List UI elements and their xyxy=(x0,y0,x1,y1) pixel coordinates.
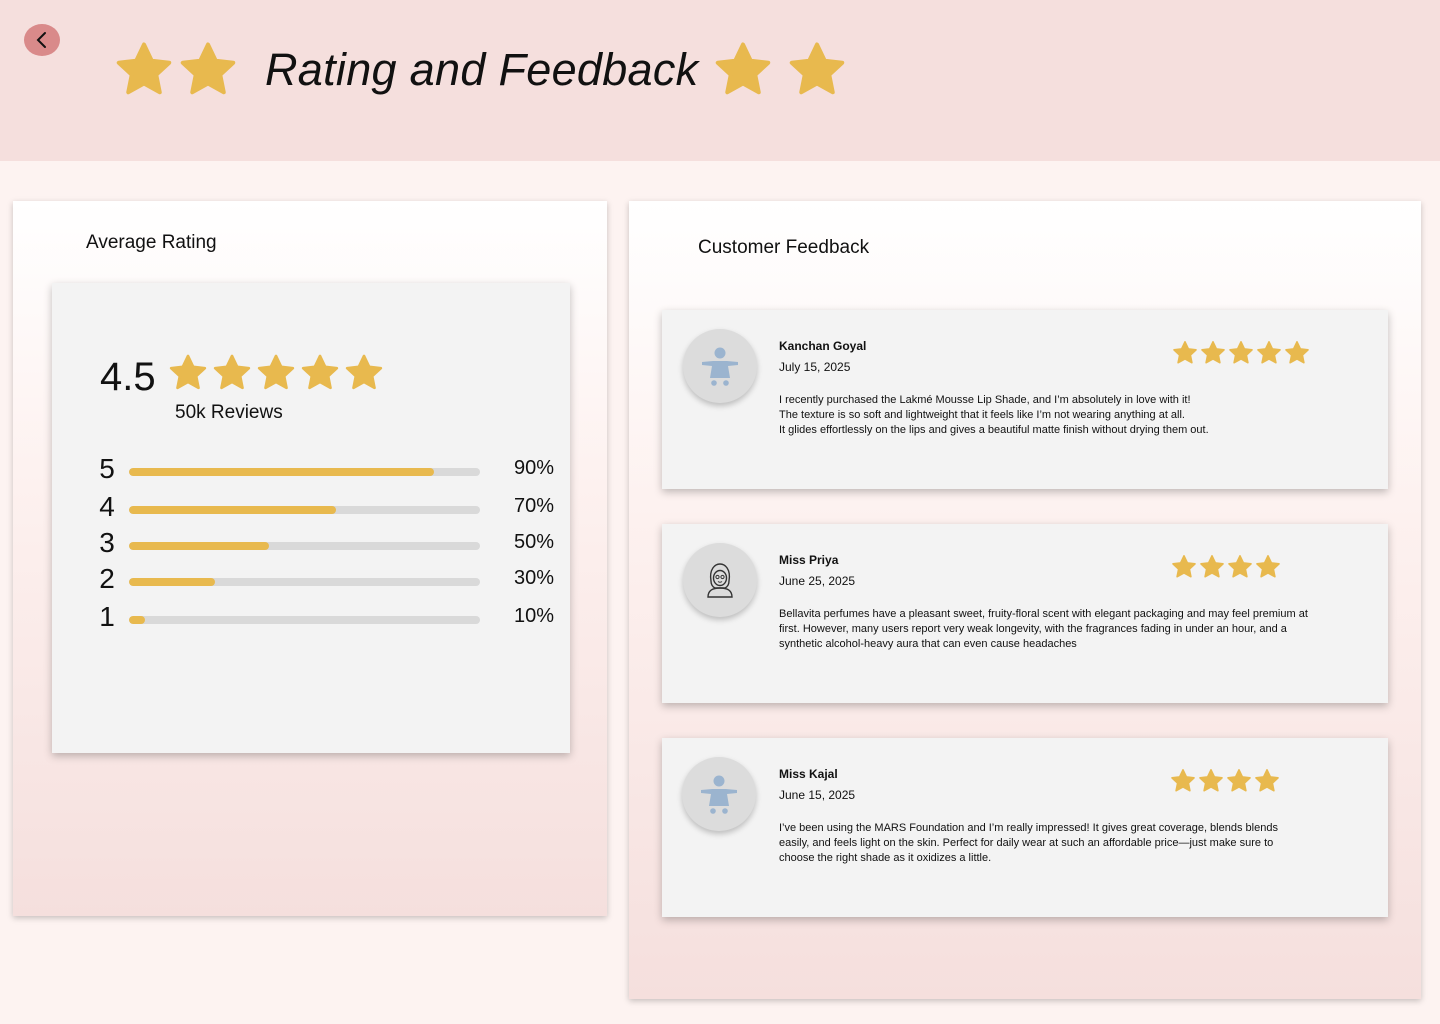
rating-bar-track xyxy=(129,578,480,586)
review-text: I’ve been using the MARS Foundation and … xyxy=(779,822,1278,864)
child-avatar-icon xyxy=(702,347,738,386)
rating-bar-row: 5 90% xyxy=(94,453,564,489)
star-icon xyxy=(1227,554,1253,580)
rating-bar-percent: 50% xyxy=(514,531,555,553)
rating-summary-card: 4.5 50k Reviews 5 90% 4 70% 3 50% 2 30% 1 10% xyxy=(52,283,570,753)
header-bar: Rating and Feedback xyxy=(0,0,1440,161)
star-icon xyxy=(1199,554,1225,580)
customer-feedback-title: Customer Feedback xyxy=(698,237,870,258)
avatar xyxy=(683,543,757,617)
star-icon xyxy=(1256,340,1282,366)
review-text: I recently purchased the Lakmé Mousse Li… xyxy=(779,394,1209,436)
rating-bar-stars: 3 xyxy=(99,527,115,558)
star-icon xyxy=(1228,340,1254,366)
rating-bar-row: 2 30% xyxy=(94,563,564,599)
customer-feedback-panel: Customer Feedback Kanchan Goyal July 15, … xyxy=(629,201,1421,999)
rating-bar-row: 1 10% xyxy=(94,601,564,637)
rating-bar-fill xyxy=(129,506,337,514)
rating-bar-percent: 10% xyxy=(514,605,555,627)
star-icon xyxy=(344,353,384,393)
rating-bar-track xyxy=(129,468,480,476)
rating-bar-percent: 90% xyxy=(514,457,555,479)
woman-avatar-icon xyxy=(707,563,733,598)
rating-bar-stars: 4 xyxy=(99,491,115,522)
reviewer-name: Miss Priya xyxy=(779,553,839,567)
review-date: June 15, 2025 xyxy=(779,788,856,802)
star-icon xyxy=(1254,768,1280,794)
star-icon xyxy=(713,40,773,100)
rating-bar-fill xyxy=(129,616,145,624)
rating-bar-fill xyxy=(129,578,215,586)
review-text: Bellavita perfumes have a pleasant sweet… xyxy=(779,608,1308,650)
chevron-left-icon xyxy=(36,32,46,48)
star-icon xyxy=(1255,554,1281,580)
rating-bar-row: 3 50% xyxy=(94,527,564,563)
avatar xyxy=(682,757,756,831)
star-icon xyxy=(300,353,340,393)
rating-bar-fill xyxy=(129,542,270,550)
star-icon xyxy=(1284,340,1310,366)
average-rating-panel: Average Rating 4.5 50k Reviews 5 90% 4 70% 3… xyxy=(13,201,607,916)
rating-bar-row: 4 70% xyxy=(94,491,564,527)
star-icon xyxy=(1200,340,1226,366)
back-button[interactable] xyxy=(24,24,60,56)
rating-bar-stars: 5 xyxy=(99,453,115,484)
star-icon xyxy=(168,353,208,393)
star-icon xyxy=(1172,340,1198,366)
reviews-count: 50k Reviews xyxy=(175,402,283,423)
star-icon xyxy=(787,40,847,100)
rating-bar-percent: 70% xyxy=(514,495,555,517)
rating-bar-track xyxy=(129,542,480,550)
star-icon xyxy=(1226,768,1252,794)
star-icon xyxy=(178,40,238,100)
page-title: Rating and Feedback xyxy=(265,44,699,95)
rating-bar-track xyxy=(129,506,480,514)
star-icon xyxy=(114,40,174,100)
rating-bar-fill xyxy=(129,468,435,476)
review-stars xyxy=(1170,768,1280,794)
rating-bar-stars: 1 xyxy=(99,601,115,632)
review-date: July 15, 2025 xyxy=(779,360,851,374)
review-date: June 25, 2025 xyxy=(779,574,856,588)
rating-bar-percent: 30% xyxy=(514,567,555,589)
star-icon xyxy=(1170,768,1196,794)
reviewer-name: Kanchan Goyal xyxy=(779,339,867,353)
review-stars xyxy=(1171,554,1281,580)
rating-bar-stars: 2 xyxy=(99,563,115,594)
feedback-card: Kanchan Goyal July 15, 2025 I recently pur… xyxy=(662,310,1388,489)
star-icon xyxy=(212,353,252,393)
average-rating-value: 4.5 xyxy=(100,355,156,399)
average-rating-stars xyxy=(168,353,384,393)
feedback-card: Miss Priya June 25, 2025 Bellavita perfume… xyxy=(662,524,1388,703)
reviewer-name: Miss Kajal xyxy=(779,767,838,781)
star-icon xyxy=(1171,554,1197,580)
star-icon xyxy=(1198,768,1224,794)
child-avatar-icon xyxy=(701,775,737,814)
rating-bar-track xyxy=(129,616,480,624)
review-stars xyxy=(1172,340,1310,366)
star-icon xyxy=(256,353,296,393)
feedback-card: Miss Kajal June 15, 2025 I’ve been using t… xyxy=(662,738,1388,917)
avatar xyxy=(683,329,757,403)
average-rating-title: Average Rating xyxy=(86,232,217,253)
